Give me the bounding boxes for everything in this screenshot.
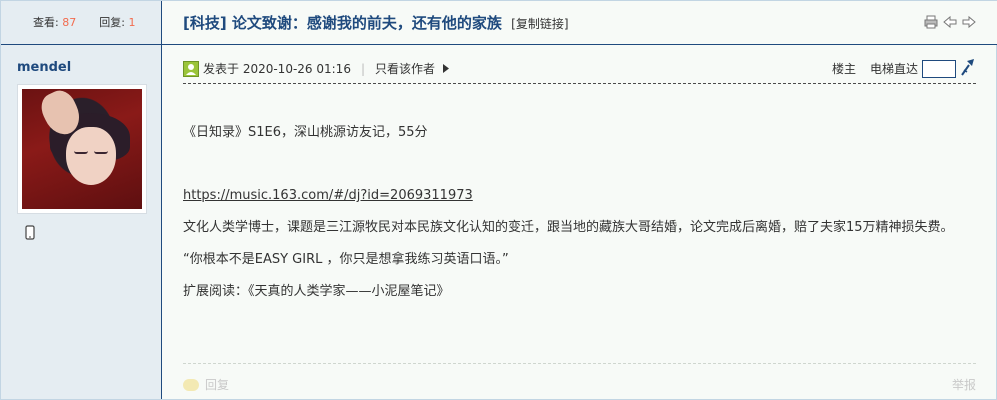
post-meta-right: 楼主 电梯直达 [832, 58, 976, 79]
jump-label: 电梯直达 [869, 62, 918, 76]
content-line: 《日知录》S1E6，深山桃源访友记，55分 [183, 125, 428, 140]
avatar-image [22, 89, 142, 209]
prev-thread-icon[interactable] [943, 15, 957, 29]
reply-label: 回复 [205, 378, 230, 392]
thread-title-row: [科技] 论文致谢：感谢我的前夫，还有他的家族 [复制链接] [183, 12, 569, 33]
play-arrow-icon[interactable] [443, 62, 450, 76]
copy-link-button[interactable]: [复制链接] [511, 17, 568, 31]
jump-go-icon[interactable] [960, 58, 976, 79]
thread-view: 查看: 87 回复: 1 [科技] 论文致谢：感谢我的前夫，还有他的家族 [复制… [0, 0, 997, 400]
next-thread-icon[interactable] [962, 15, 976, 29]
mobile-phone-icon [25, 225, 35, 243]
avatar[interactable] [17, 84, 147, 214]
content-further-reading: 扩展阅读：《天真的人类学家——小泥屋笔记》 [183, 284, 450, 299]
reply-button[interactable]: 回复 [183, 376, 229, 393]
thread-tools [924, 15, 976, 29]
replies-label: 回复: [99, 16, 125, 29]
author-name[interactable]: mendel [17, 60, 71, 75]
meta-separator: | [360, 61, 365, 76]
views-label: 查看: [33, 16, 59, 29]
floor-label[interactable]: 楼主 [832, 60, 856, 77]
post-footer: 回复 举报 [183, 363, 976, 399]
post-time: 发表于 2020-10-26 01:16 [203, 62, 351, 76]
thread-stats-cell: 查看: 87 回复: 1 [1, 1, 162, 44]
views-count: 87 [62, 16, 77, 29]
thread-title-cell: [科技] 论文致谢：感谢我的前夫，还有他的家族 [复制链接] [163, 1, 997, 44]
post-content: 《日知录》S1E6，深山桃源访友记，55分 https://music.163.… [183, 122, 966, 302]
content-quote: “你根本不是EASY GIRL ，你只是想拿我练习英语口语。” [183, 252, 509, 267]
thread-header: 查看: 87 回复: 1 [科技] 论文致谢：感谢我的前夫，还有他的家族 [复制… [1, 1, 997, 45]
post-body: 发表于 2020-10-26 01:16 | 只看该作者 楼主 电梯直达 《日知… [163, 45, 996, 399]
post-meta-left: 发表于 2020-10-26 01:16 | 只看该作者 [183, 60, 450, 77]
floor-jump-input[interactable] [922, 59, 956, 78]
music-link[interactable]: https://music.163.com/#/dj?id=2069311973 [183, 188, 473, 203]
post-meta: 发表于 2020-10-26 01:16 | 只看该作者 楼主 电梯直达 [183, 58, 976, 84]
thread-title: [科技] 论文致谢：感谢我的前夫，还有他的家族 [183, 14, 502, 32]
thread-stats: 查看: 87 回复: 1 [33, 14, 135, 30]
content-paragraph: 文化人类学博士，课题是三江源牧民对本民族文化认知的变迁，跟当地的藏族大哥结婚，论… [183, 220, 954, 235]
online-status-icon [183, 60, 199, 77]
only-author-link[interactable]: 只看该作者 [375, 60, 435, 77]
reply-bubble-icon [183, 378, 199, 391]
report-button[interactable]: 举报 [952, 376, 976, 393]
author-column: mendel [1, 45, 162, 399]
print-icon[interactable] [924, 15, 938, 29]
replies-count: 1 [128, 16, 136, 29]
